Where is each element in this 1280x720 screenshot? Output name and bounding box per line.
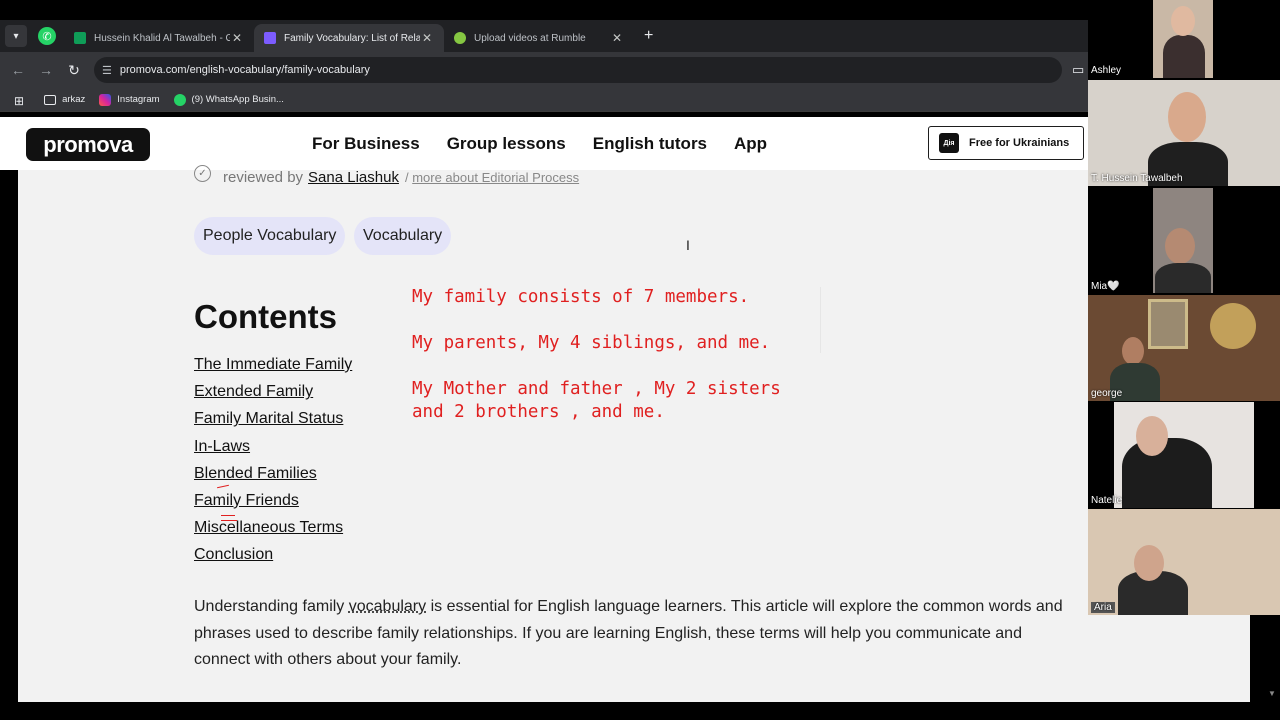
folder-icon bbox=[44, 94, 57, 105]
participant-name: Natelie bbox=[1091, 495, 1123, 506]
page-right-margin bbox=[1088, 615, 1250, 702]
apps-icon[interactable]: ⊞ bbox=[14, 94, 30, 108]
diia-icon: Дія bbox=[939, 133, 959, 153]
site-info-icon[interactable]: ☰ bbox=[102, 64, 112, 77]
text-cursor-icon: I bbox=[686, 237, 690, 253]
tag-people-vocabulary[interactable]: People Vocabulary bbox=[194, 217, 346, 255]
participant-tile-natelie[interactable]: Natelie bbox=[1088, 402, 1280, 508]
participant-name: george bbox=[1091, 388, 1123, 399]
main-nav: For Business Group lessons English tutor… bbox=[312, 134, 767, 154]
annotation-line: My Mother and father , My 2 sisters and … bbox=[412, 379, 781, 422]
vocabulary-link[interactable]: vocabulary bbox=[349, 598, 426, 615]
intro-paragraph: Understanding family vocabulary is essen… bbox=[194, 598, 1063, 668]
bookmark-instagram[interactable]: Instagram bbox=[99, 93, 160, 106]
sheets-icon bbox=[74, 32, 86, 44]
whatsapp-pinned-tab-icon[interactable]: ✆ bbox=[38, 27, 56, 45]
scroll-down-arrow-icon[interactable]: ▼ bbox=[1268, 689, 1276, 698]
nav-for-business[interactable]: For Business bbox=[312, 134, 420, 154]
url-text: promova.com/english-vocabulary/family-vo… bbox=[119, 64, 370, 76]
bookmark-whatsapp[interactable]: (9) WhatsApp Busin... bbox=[173, 93, 284, 106]
whatsapp-icon bbox=[173, 93, 186, 106]
site-header: promova For Business Group lessons Engli… bbox=[0, 117, 1088, 170]
close-tab-icon[interactable]: ✕ bbox=[420, 31, 434, 45]
participant-name: Ashley bbox=[1091, 65, 1122, 76]
participant-tile-george[interactable]: george bbox=[1088, 295, 1280, 401]
reviewed-by-line: ✓ reviewed by Sana Liashuk / more about … bbox=[194, 165, 579, 186]
nav-english-tutors[interactable]: English tutors bbox=[593, 134, 707, 154]
participant-tile-aria[interactable]: Aria bbox=[1088, 509, 1280, 615]
nav-app[interactable]: App bbox=[734, 134, 767, 154]
forward-arrow-icon[interactable]: → bbox=[32, 62, 60, 78]
contents-heading: Contents bbox=[194, 298, 337, 335]
rumble-icon bbox=[454, 32, 466, 44]
close-tab-icon[interactable]: ✕ bbox=[610, 31, 624, 45]
free-for-ukrainians-button[interactable]: Дія Free for Ukrainians bbox=[928, 126, 1084, 160]
annotation-textbox[interactable]: My family consists of 7 members. My pare… bbox=[412, 286, 822, 447]
toc-miscellaneous-terms[interactable]: Miscellaneous Terms bbox=[194, 517, 352, 544]
participants-panel: Ashley T. Hussein Tawalbeh Mia🤍 george N… bbox=[1088, 0, 1280, 615]
toc-family-marital-status[interactable]: Family Marital Status bbox=[194, 408, 352, 435]
address-bar[interactable]: ☰ promova.com/english-vocabulary/family-… bbox=[94, 57, 1062, 83]
reviewer-link[interactable]: Sana Liashuk bbox=[308, 169, 399, 186]
table-of-contents: The Immediate Family Extended Family Fam… bbox=[194, 354, 352, 572]
participant-name: Mia🤍 bbox=[1091, 281, 1120, 292]
tab-bar: ▾ ✆ Hussein Khalid Al Tawalbeh - Go ✕ Fa… bbox=[0, 20, 1088, 52]
tab-search-chevron-icon[interactable]: ▾ bbox=[5, 25, 27, 47]
pen-mark bbox=[221, 520, 237, 521]
toc-extended-family[interactable]: Extended Family bbox=[194, 381, 352, 408]
bookmarks-bar: ⊞ arkaz Instagram (9) WhatsApp Busin... bbox=[0, 88, 1088, 112]
pen-mark bbox=[221, 515, 235, 516]
participant-name: Aria bbox=[1091, 602, 1115, 613]
browser-toolbar: ← → ↻ ☰ promova.com/english-vocabulary/f… bbox=[0, 52, 1088, 88]
annotation-line: My parents, My 4 siblings, and me. bbox=[412, 333, 771, 353]
screen: ▾ ✆ Hussein Khalid Al Tawalbeh - Go ✕ Fa… bbox=[0, 0, 1280, 720]
tab-rumble[interactable]: Upload videos at Rumble ✕ bbox=[444, 24, 634, 52]
top-black-bar bbox=[0, 0, 1088, 20]
participant-tile-hussein[interactable]: T. Hussein Tawalbeh bbox=[1088, 80, 1280, 186]
promova-logo[interactable]: promova bbox=[26, 128, 150, 161]
new-tab-button[interactable]: + bbox=[644, 27, 653, 45]
nav-group-lessons[interactable]: Group lessons bbox=[447, 134, 566, 154]
reload-icon[interactable]: ↻ bbox=[60, 62, 88, 79]
annotation-line: My family consists of 7 members. bbox=[412, 287, 750, 307]
left-black-strip bbox=[0, 170, 18, 702]
instagram-icon bbox=[99, 93, 112, 106]
participant-name: T. Hussein Tawalbeh bbox=[1091, 173, 1183, 184]
close-tab-icon[interactable]: ✕ bbox=[230, 31, 244, 45]
participant-tile-ashley[interactable] bbox=[1153, 0, 1213, 78]
tab-family-vocabulary[interactable]: Family Vocabulary: List of Relati ✕ bbox=[254, 24, 444, 52]
promova-favicon-icon bbox=[264, 32, 276, 44]
toc-immediate-family[interactable]: The Immediate Family bbox=[194, 354, 352, 381]
bookmark-arkaz[interactable]: arkaz bbox=[44, 94, 85, 105]
cast-icon[interactable]: ▭ bbox=[1072, 62, 1084, 78]
toc-conclusion[interactable]: Conclusion bbox=[194, 544, 352, 571]
bottom-black-bar bbox=[0, 702, 1280, 720]
toc-family-friends[interactable]: Family Friends bbox=[194, 490, 352, 517]
toc-blended-families[interactable]: Blended Families bbox=[194, 463, 352, 490]
tab-google-sheets[interactable]: Hussein Khalid Al Tawalbeh - Go ✕ bbox=[64, 24, 254, 52]
toc-in-laws[interactable]: In-Laws bbox=[194, 436, 352, 463]
back-arrow-icon[interactable]: ← bbox=[4, 62, 32, 78]
editorial-process-link[interactable]: / more about Editorial Process bbox=[405, 170, 579, 185]
tag-vocabulary[interactable]: Vocabulary bbox=[354, 217, 452, 255]
check-circle-icon: ✓ bbox=[194, 165, 211, 182]
